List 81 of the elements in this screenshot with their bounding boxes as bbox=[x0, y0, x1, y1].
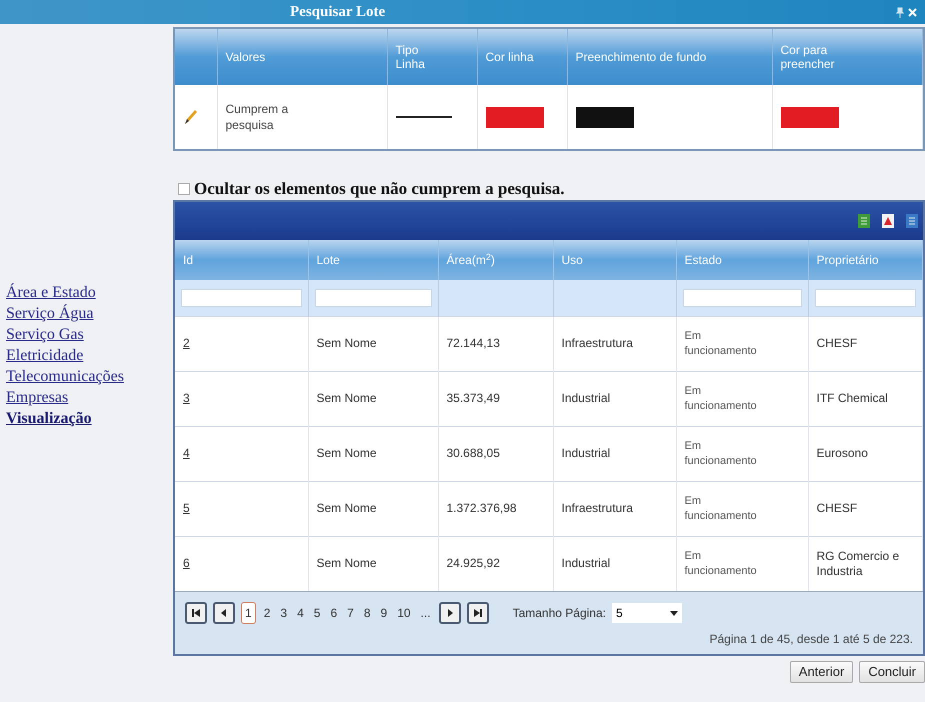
first-page-button[interactable] bbox=[185, 602, 207, 624]
table-cell: Sem Nome bbox=[316, 446, 377, 460]
checkbox-label: Ocultar os elementos que não cumprem a pesquisa. bbox=[194, 178, 565, 200]
pencil-icon[interactable] bbox=[183, 108, 199, 126]
sidebar-link[interactable]: Serviço Gas bbox=[6, 324, 84, 345]
table-cell: Sem Nome bbox=[316, 336, 377, 350]
page-link[interactable]: 5 bbox=[312, 604, 322, 622]
table-cell-text: Em funcionamento bbox=[684, 494, 758, 524]
table-cell-text: Em funcionamento bbox=[684, 328, 758, 358]
table-cell: CHESF bbox=[816, 501, 858, 515]
previous-page-button[interactable] bbox=[213, 602, 235, 624]
dialog-button[interactable]: Concluir bbox=[859, 661, 925, 683]
skip-end-icon bbox=[472, 608, 483, 618]
table-cell: Sem Nome bbox=[316, 556, 377, 570]
checkbox[interactable] bbox=[178, 183, 190, 195]
page-link[interactable]: 2 bbox=[262, 604, 272, 622]
column-header: Tipo Linha bbox=[396, 43, 426, 71]
page-link[interactable]: 10 bbox=[395, 604, 413, 622]
table-cell: 30.688,05 bbox=[446, 446, 500, 460]
pin-icon[interactable] bbox=[896, 6, 904, 18]
table-cell: Eurosono bbox=[816, 446, 868, 460]
page-size-dropdown[interactable]: 5 bbox=[612, 603, 682, 623]
spreadsheet-icon[interactable] bbox=[857, 213, 871, 229]
table-cell: Infraestrutura bbox=[562, 501, 633, 515]
sidebar-link[interactable]: Serviço Água bbox=[6, 303, 94, 324]
page-link[interactable]: 1 bbox=[241, 602, 256, 624]
table-cell: CHESF bbox=[816, 336, 858, 350]
table-cell: Industrial bbox=[562, 391, 610, 405]
sidebar-link[interactable]: Visualização bbox=[6, 408, 92, 429]
table-cell-text: Em funcionamento bbox=[684, 384, 758, 414]
table-cell: 72.144,13 bbox=[446, 336, 500, 350]
filter-field[interactable] bbox=[181, 288, 302, 307]
table-cell: Sem Nome bbox=[316, 501, 377, 515]
dropdown-arrow-icon bbox=[670, 610, 678, 616]
table-cell: Sem Nome bbox=[316, 391, 377, 405]
table-cell: 1.372.376,98 bbox=[446, 501, 517, 515]
column-header: Valores bbox=[226, 50, 266, 64]
column-header: Cor para preencher bbox=[780, 43, 836, 71]
paging-info: Página 1 de 45, desde 1 até 5 de 223. bbox=[709, 631, 913, 648]
filter-field[interactable] bbox=[314, 288, 432, 307]
table-cell: Industrial bbox=[562, 556, 610, 570]
table-cell: Infraestrutura bbox=[562, 336, 633, 350]
filter-field[interactable] bbox=[682, 288, 802, 307]
page-link[interactable]: 6 bbox=[328, 604, 340, 622]
page-link[interactable]: 3 bbox=[278, 604, 290, 622]
close-icon[interactable] bbox=[908, 8, 917, 16]
id-link[interactable]: 6 bbox=[183, 556, 190, 570]
table-cell: RG Comercio e Industria bbox=[816, 548, 900, 578]
last-page-button[interactable] bbox=[466, 602, 489, 624]
dialog-button[interactable]: Anterior bbox=[790, 661, 854, 683]
next-page-button[interactable] bbox=[438, 602, 461, 624]
sidebar-link[interactable]: Telecomunicações bbox=[6, 366, 124, 387]
id-link[interactable]: 5 bbox=[183, 501, 190, 515]
column-header: Cor linha bbox=[486, 50, 535, 64]
document-icon[interactable] bbox=[905, 213, 919, 229]
filter-field[interactable] bbox=[814, 288, 916, 307]
table-cell-text: Cumprem a pesquisa bbox=[226, 101, 290, 133]
column-header: Preenchimento de fundo bbox=[576, 50, 708, 64]
page-link[interactable]: 7 bbox=[345, 604, 356, 622]
page-link[interactable]: 8 bbox=[362, 604, 372, 622]
table-cell: 24.925,92 bbox=[446, 556, 500, 570]
id-link[interactable]: 3 bbox=[183, 391, 190, 405]
id-link[interactable]: 4 bbox=[183, 446, 190, 460]
table-cell: ITF Chemical bbox=[816, 391, 888, 405]
window-title: Pesquisar Lote bbox=[290, 2, 386, 22]
id-link[interactable]: 2 bbox=[183, 336, 190, 350]
page-link[interactable]: 4 bbox=[295, 604, 306, 622]
line-sample bbox=[396, 116, 452, 118]
sidebar-link[interactable]: Eletricidade bbox=[6, 345, 84, 366]
table-cell: 35.373,49 bbox=[446, 391, 500, 405]
table-cell-text: Em funcionamento bbox=[684, 548, 758, 579]
page-link[interactable]: 9 bbox=[378, 604, 390, 622]
sidebar-link[interactable]: Área e Estado bbox=[6, 282, 96, 303]
pdf-icon[interactable] bbox=[881, 213, 895, 229]
skip-start-icon bbox=[191, 608, 201, 618]
table-cell-text: Em funcionamento bbox=[684, 438, 758, 468]
triangle-left-icon bbox=[219, 608, 229, 618]
table-cell: Industrial bbox=[562, 446, 610, 460]
page-link[interactable]: ... bbox=[418, 604, 433, 622]
page-size-label: Tamanho Página: bbox=[512, 605, 606, 622]
sidebar-link[interactable]: Empresas bbox=[6, 387, 68, 408]
